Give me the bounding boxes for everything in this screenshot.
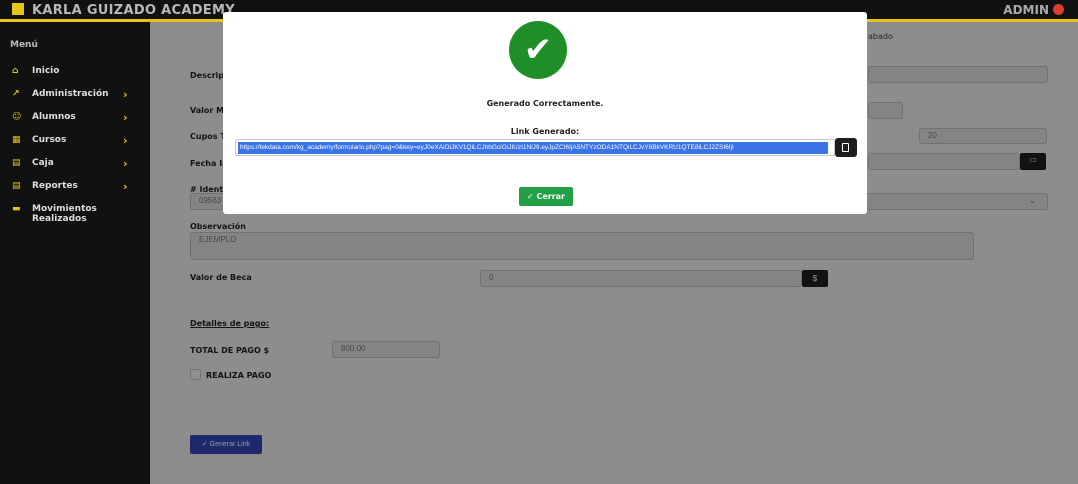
calendar-icon[interactable]: ▭: [1020, 153, 1046, 170]
realiza-label: REALIZA PAGO: [206, 371, 272, 380]
chevron-right-icon: ›: [123, 134, 128, 147]
realiza-checkbox[interactable]: [190, 369, 201, 380]
beca-label: Valor de Beca: [190, 273, 252, 282]
sidebar-item-label: Caja: [32, 158, 54, 168]
checkmark-icon: ✔: [523, 30, 553, 70]
sidebar: Menú ⌂ Inicio ↗ Administración › ☺ Alumn…: [0, 22, 150, 484]
folder-icon: ▬: [12, 204, 21, 214]
user-menu[interactable]: ADMIN: [1003, 3, 1064, 17]
sidebar-item-cursos[interactable]: ▦ Cursos ›: [0, 133, 150, 156]
cash-register-icon: ▤: [12, 158, 21, 168]
chevron-right-icon: ›: [123, 180, 128, 193]
generated-link-text: https://fekdata.com/kg_academy/formulari…: [238, 142, 828, 154]
sidebar-item-label: Administración: [32, 89, 109, 99]
sidebar-item-caja[interactable]: ▤ Caja ›: [0, 156, 150, 179]
generated-link-field[interactable]: https://fekdata.com/kg_academy/formulari…: [235, 139, 835, 156]
sidebar-item-alumnos[interactable]: ☺ Alumnos ›: [0, 110, 150, 133]
sidebar-item-label: Movimientos Realizados: [32, 204, 97, 224]
report-icon: ▤: [12, 181, 21, 191]
logo-icon: [12, 3, 24, 15]
sidebar-item-movimientos[interactable]: ▬ Movimientos Realizados: [0, 202, 150, 225]
detalles-heading: Detalles de pago:: [190, 319, 270, 328]
success-check-icon: ✔: [509, 21, 567, 79]
fecha-field[interactable]: [868, 153, 1020, 170]
chevron-right-icon: ›: [123, 157, 128, 170]
cupos-field[interactable]: 20: [919, 128, 1047, 144]
sidebar-title: Menú: [10, 40, 38, 50]
courses-icon: ▦: [12, 135, 21, 145]
brand-name: KARLA GUIZADO ACADEMY: [32, 3, 235, 18]
copy-link-button[interactable]: [835, 138, 857, 157]
user-avatar-icon: [1053, 4, 1064, 15]
sidebar-item-label: Cursos: [32, 135, 67, 145]
currency-button[interactable]: $: [802, 270, 828, 287]
sidebar-item-administracion[interactable]: ↗ Administración ›: [0, 87, 150, 110]
descripcion-field[interactable]: [868, 66, 1048, 83]
user-name: ADMIN: [1003, 3, 1049, 17]
valor-field[interactable]: [868, 102, 903, 119]
chevron-down-icon: ⌄: [1029, 196, 1036, 205]
modal-title: Generado Correctamente.: [486, 99, 604, 108]
tools-icon: ↗: [12, 89, 20, 99]
observacion-label: Observación: [190, 222, 246, 231]
partial-text: abado: [868, 32, 893, 41]
generar-link-button[interactable]: ✓ Generar Link: [190, 435, 262, 454]
home-icon: ⌂: [12, 66, 19, 76]
user-icon: ☺: [12, 112, 22, 122]
sidebar-item-label: Alumnos: [32, 112, 76, 122]
copy-icon: [842, 143, 849, 152]
chevron-right-icon: ›: [123, 111, 128, 124]
sidebar-item-reportes[interactable]: ▤ Reportes ›: [0, 179, 150, 202]
sidebar-item-label: Inicio: [32, 66, 60, 76]
beca-field[interactable]: 0: [480, 270, 802, 287]
total-label: TOTAL DE PAGO $: [190, 346, 270, 355]
sidebar-nav: ⌂ Inicio ↗ Administración › ☺ Alumnos › …: [0, 64, 150, 225]
observacion-textarea[interactable]: EJEMPLO: [190, 232, 974, 260]
total-field[interactable]: 800.00: [332, 341, 440, 358]
close-button[interactable]: ✓ Cerrar: [519, 187, 573, 206]
success-modal: ✔ Generado Correctamente. Link Generado:…: [223, 12, 867, 214]
sidebar-item-label: Reportes: [32, 181, 78, 191]
link-label: Link Generado:: [510, 127, 580, 136]
brand[interactable]: KARLA GUIZADO ACADEMY: [12, 3, 235, 18]
sidebar-item-inicio[interactable]: ⌂ Inicio: [0, 64, 150, 87]
chevron-right-icon: ›: [123, 88, 128, 101]
